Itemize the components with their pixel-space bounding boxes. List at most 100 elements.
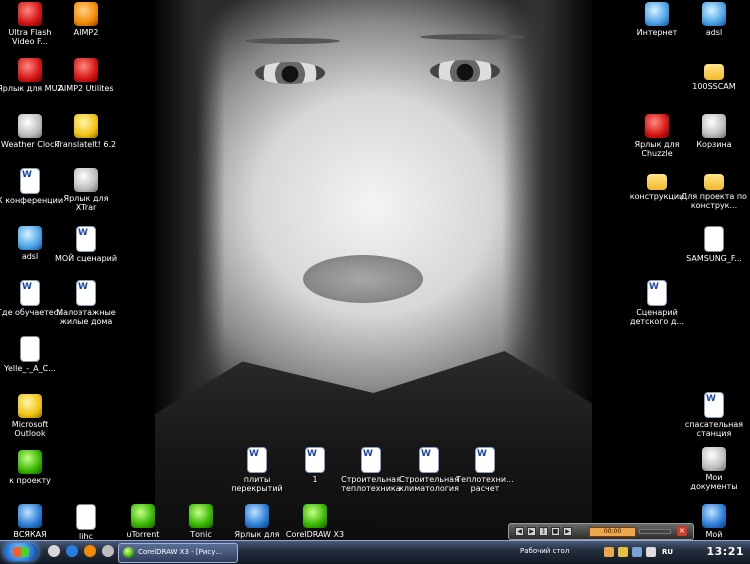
word-doc-icon [305, 447, 325, 473]
word-doc-icon [475, 447, 495, 473]
icon-label: МОЙ сценарий [54, 254, 118, 263]
desktop-icon-samsung[interactable]: SAMSUNG_F... [681, 226, 747, 263]
quick-launch [48, 545, 114, 557]
shortcut-icon [18, 58, 42, 82]
my-computer-icon [702, 504, 726, 528]
quick-launch-4-icon[interactable] [102, 545, 114, 557]
folder-icon [18, 504, 42, 528]
taskbar-window-title: CorelDRAW X3 - [Рису... [138, 548, 223, 556]
shortcut-icon [645, 114, 669, 138]
icon-label: Microsoft Outlook [11, 420, 49, 438]
folder-icon [704, 174, 724, 190]
icon-label: adsl [705, 28, 723, 37]
network-icon [18, 226, 42, 250]
tray-arrow-icon[interactable] [604, 547, 614, 557]
quick-launch-1-icon[interactable] [48, 545, 60, 557]
mini-media-player[interactable]: ◀ ▶ ‖ ■ ▶ 00:00 × [508, 523, 694, 540]
app-icon [189, 504, 213, 528]
desktop-icon-k-proektu[interactable]: к проекту [0, 450, 63, 485]
word-doc-icon [647, 280, 667, 306]
desktop-icon-outlook[interactable]: Microsoft Outlook [0, 394, 63, 438]
quick-launch-3-icon[interactable] [84, 545, 96, 557]
wallpaper-eye-right [430, 60, 500, 82]
desktop-icon-plity[interactable]: плиты перекрытий [224, 447, 290, 493]
translate-icon [74, 114, 98, 138]
media-close-button[interactable]: × [677, 526, 687, 536]
shortcut-icon [74, 168, 98, 192]
desktop-toolbar-label[interactable]: Рабочий стол [520, 547, 569, 555]
desktop-icon-translateit[interactable]: TranslateIt! 6.2 [53, 114, 119, 149]
wallpaper-brow-left [245, 38, 340, 44]
tray-media-icon[interactable] [618, 547, 628, 557]
word-doc-icon [247, 447, 267, 473]
desktop-icon-yarlyk-dlya[interactable]: Ярлык для [224, 504, 290, 539]
desktop-icon-yelle[interactable]: Yelle_-_A_C... [0, 336, 63, 373]
pause-button[interactable]: ‖ [539, 527, 548, 536]
word-doc-icon [361, 447, 381, 473]
quick-launch-2-icon[interactable] [66, 545, 78, 557]
play-button[interactable]: ▶ [527, 527, 536, 536]
icon-label: Строительная теплотехника [341, 475, 401, 493]
shortcut-icon [245, 504, 269, 528]
tools-icon [74, 58, 98, 82]
clock-icon [18, 114, 42, 138]
icon-label: AIMP2 Utilites [58, 84, 114, 93]
wallpaper-lips [303, 255, 423, 303]
system-tray: RU 13:21 [588, 543, 750, 561]
my-documents-icon [702, 447, 726, 471]
desktop-icon-aimp2-utilites[interactable]: AIMP2 Utilites [53, 58, 119, 93]
desktop-icon-maloetazhnye[interactable]: Малоэтажные жилые дома [53, 280, 119, 326]
desktop-icon-dlya-proekta[interactable]: Для проекта по конструк... [681, 168, 747, 210]
file-icon [704, 226, 724, 252]
icon-label: Корзина [696, 140, 732, 149]
word-doc-icon [20, 168, 40, 194]
icon-label: Для проекта по конструк... [681, 192, 747, 210]
next-button[interactable]: ▶ [563, 527, 572, 536]
icon-label: Ярлык для XTrar [63, 194, 109, 212]
desktop-icon-coreldraw[interactable]: CorelDRAW X3 [282, 504, 348, 539]
tray-app-icon[interactable] [646, 547, 656, 557]
prev-button[interactable]: ◀ [515, 527, 524, 536]
stop-button[interactable]: ■ [551, 527, 560, 536]
desktop: Ultra Flash Video F... Ярлык для MUZ Wea… [0, 0, 750, 540]
icon-label: 100SSCAM [692, 82, 736, 91]
icon-label: TranslateIt! 6.2 [55, 140, 117, 149]
windows-logo-icon [13, 547, 29, 557]
tray-language-indicator[interactable]: RU [662, 548, 673, 556]
icon-label: Сценарий детского д... [629, 308, 685, 326]
icon-label: uTorrent [126, 530, 160, 539]
desktop-icon-teplotekhnika[interactable]: Строительная теплотехника [338, 447, 404, 493]
desktop-icon-spasatelnaya[interactable]: спасательная станция [681, 392, 747, 438]
media-seek-bar[interactable] [639, 529, 671, 534]
icon-label: плиты перекрытий [231, 475, 283, 493]
media-time-display: 00:00 [589, 527, 636, 537]
icon-label: AIMP2 [73, 28, 99, 37]
word-doc-icon [76, 280, 96, 306]
recycle-bin-icon [702, 114, 726, 138]
icon-label: Теплотехни... расчет [456, 475, 514, 493]
file-icon [76, 504, 96, 530]
icon-label: Мои документы [690, 473, 738, 491]
icon-label: Ярлык для [234, 530, 280, 539]
tray-network-icon[interactable] [632, 547, 642, 557]
music-player-icon [74, 2, 98, 26]
desktop-icon-aimp2[interactable]: AIMP2 [53, 2, 119, 37]
word-doc-icon [704, 392, 724, 418]
desktop-icon-adsl-right[interactable]: adsl [681, 2, 747, 37]
file-icon [20, 336, 40, 362]
coreldraw-icon [123, 547, 134, 558]
desktop-icon-moi-dokumenty[interactable]: Мои документы [681, 447, 747, 491]
taskbar-window-coreldraw[interactable]: CorelDRAW X3 - [Рису... [118, 543, 238, 563]
icon-label: к проекту [9, 476, 51, 485]
outlook-icon [18, 394, 42, 418]
start-button[interactable] [4, 543, 38, 561]
taskbar-clock[interactable]: 13:21 [706, 545, 744, 558]
desktop-icon-100sscam[interactable]: 100SSCAM [681, 58, 747, 91]
utorrent-icon [131, 504, 155, 528]
desktop-icon-xtrar[interactable]: Ярлык для XTrar [53, 168, 119, 212]
desktop-icon-scenarii-detskogo[interactable]: Сценарий детского д... [624, 280, 690, 326]
desktop-icon-korzina[interactable]: Корзина [681, 114, 747, 149]
desktop-icon-moi-scenarii[interactable]: МОЙ сценарий [53, 226, 119, 263]
desktop-icon-utorrent[interactable]: uTorrent [110, 504, 176, 539]
desktop-icon-teplotekhn-raschet[interactable]: Теплотехни... расчет [452, 447, 518, 493]
